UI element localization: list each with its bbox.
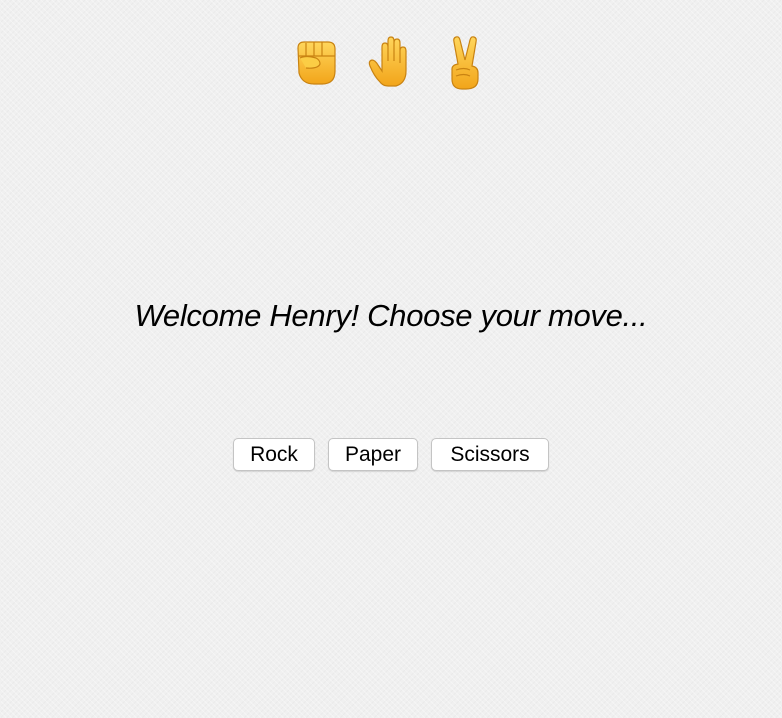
victory-hand-icon (442, 34, 494, 90)
rock-button[interactable]: Rock (233, 438, 315, 471)
scissors-button[interactable]: Scissors (431, 438, 549, 471)
raised-hand-icon (366, 34, 418, 90)
emoji-header (0, 34, 782, 94)
move-buttons: Rock Paper Scissors (0, 438, 782, 471)
paper-button[interactable]: Paper (328, 438, 418, 471)
raised-fist-icon (290, 34, 342, 90)
welcome-message: Welcome Henry! Choose your move... (134, 298, 648, 333)
